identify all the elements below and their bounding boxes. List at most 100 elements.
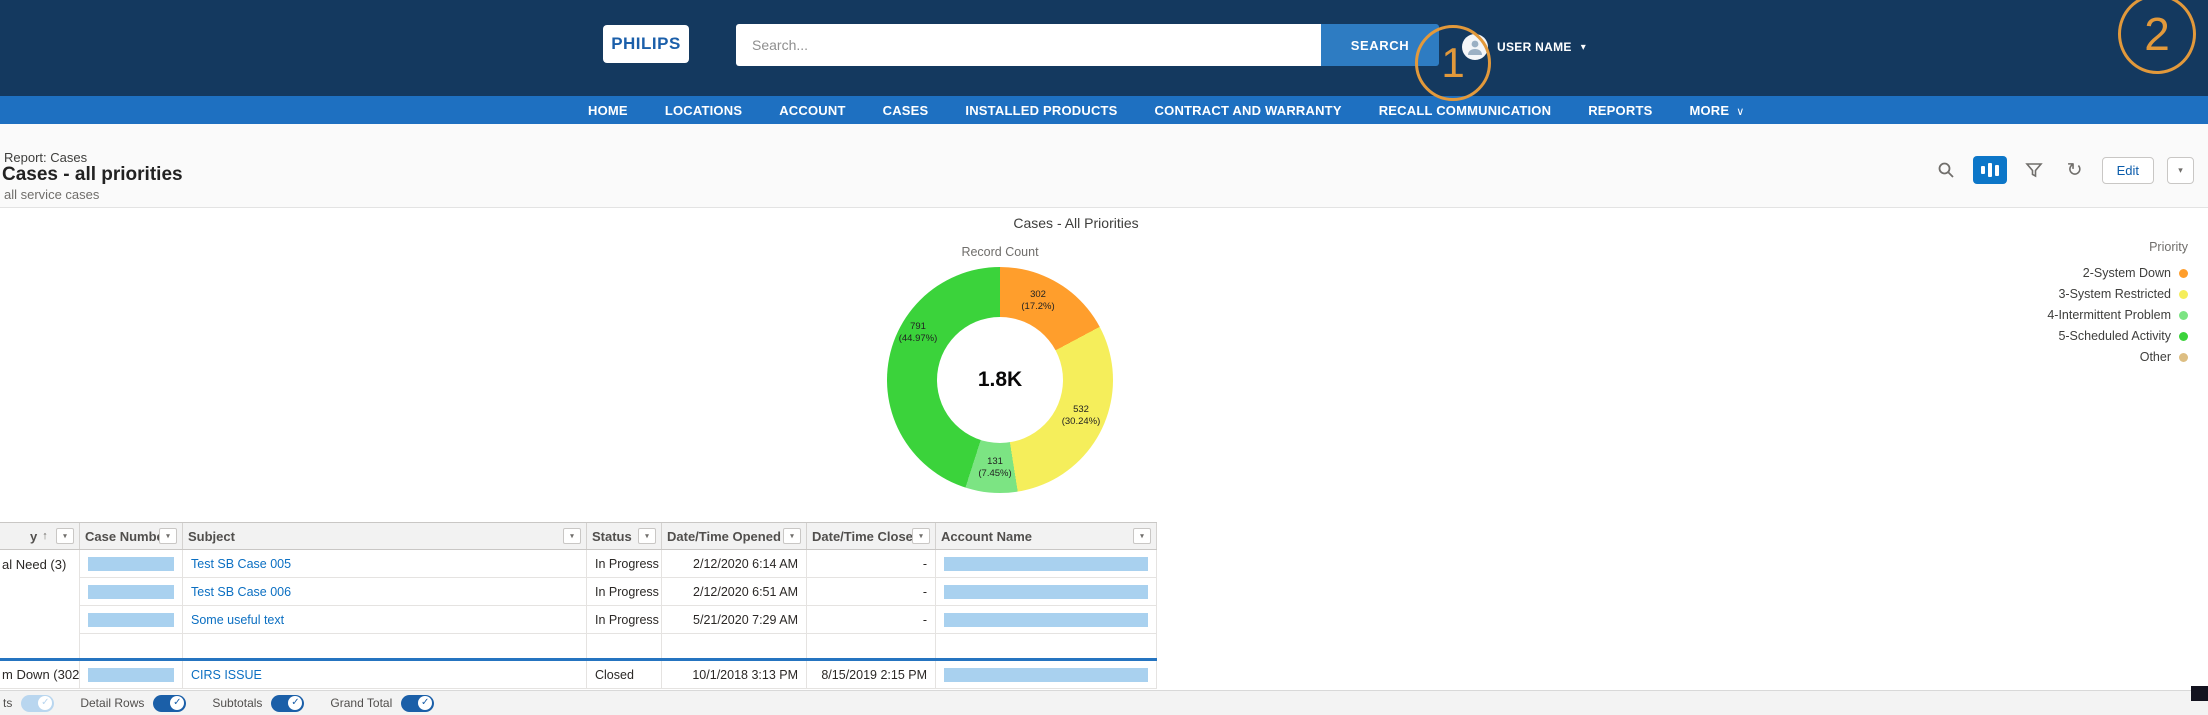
chart-measure-label: Record Count [961, 245, 1039, 259]
column-filter-button[interactable]: ▾ [638, 528, 656, 544]
status-cell: In Progress [595, 584, 659, 599]
table-row-empty [0, 634, 1157, 658]
check-icon: ✓ [173, 697, 182, 708]
check-icon: ✓ [41, 697, 50, 708]
redacted-case-number[interactable] [88, 667, 174, 682]
column-header-date-closed[interactable]: Date/Time Closed ▾ [807, 523, 936, 549]
case-subject-link[interactable]: Some useful text [191, 613, 284, 627]
edit-button[interactable]: Edit [2101, 156, 2154, 184]
chart-title: Cases - All Priorities [1013, 215, 1139, 231]
case-subject-link[interactable]: CIRS ISSUE [191, 668, 262, 682]
column-header-status[interactable]: Status ▾ [587, 523, 662, 549]
nav-reports[interactable]: REPORTS [1588, 103, 1652, 118]
chevron-down-icon: ▾ [645, 533, 649, 540]
top-header: PHILIPS SEARCH USER NAME ▾ [0, 0, 2208, 96]
column-filter-button[interactable]: ▾ [159, 528, 177, 544]
check-icon: ✓ [421, 697, 430, 708]
grand-total-toggle[interactable]: ✓ [401, 694, 435, 712]
column-header-subject[interactable]: Subject ▾ [183, 523, 587, 549]
nav-cases[interactable]: CASES [883, 103, 929, 118]
date-closed-cell: - [922, 556, 927, 571]
redacted-account-name[interactable] [944, 612, 1148, 627]
chart-bar-icon [1987, 163, 1992, 177]
table-row: Some useful text In Progress 5/21/2020 7… [0, 606, 1157, 634]
legend-dot [2179, 352, 2188, 362]
annotation-circle-1: 1 [1415, 25, 1491, 101]
column-header-account-name[interactable]: Account Name ▾ [936, 523, 1157, 549]
chevron-down-icon: ▾ [166, 533, 170, 540]
group-label: m Down (302) [2, 667, 80, 682]
chart-toggle-button[interactable] [1972, 156, 2007, 184]
legend-item[interactable]: 4-Intermittent Problem [2047, 308, 2188, 322]
legend-item[interactable]: 5-Scheduled Activity [2058, 329, 2188, 343]
filter-icon[interactable] [2020, 156, 2048, 184]
date-opened-cell: 2/12/2020 6:14 AM [693, 556, 798, 571]
legend-dot [2179, 310, 2188, 320]
row-counts-toggle[interactable]: ✓ [21, 694, 55, 712]
search-icon[interactable] [1932, 156, 1960, 184]
table-row: m Down (302) CIRS ISSUE Closed 10/1/2018… [0, 658, 1157, 689]
nav-account[interactable]: ACCOUNT [779, 103, 845, 118]
date-opened-cell: 2/12/2020 6:51 AM [693, 584, 798, 599]
scrollbar-fragment[interactable] [2191, 686, 2208, 701]
more-actions-button[interactable]: ▾ [2167, 156, 2194, 184]
slice-label-scheduled-activity: 791 (44.97%) [898, 321, 938, 344]
chevron-down-icon: ▾ [919, 533, 923, 540]
legend-item[interactable]: Other [2140, 350, 2188, 364]
check-icon: ✓ [291, 697, 300, 708]
nav-installed-products[interactable]: INSTALLED PRODUCTS [965, 103, 1117, 118]
chart-bar-icon [1980, 166, 1985, 174]
column-filter-button[interactable]: ▾ [56, 528, 74, 544]
legend-dot [2179, 268, 2188, 278]
legend-item[interactable]: 2-System Down [2083, 266, 2188, 280]
refresh-icon[interactable]: ↻ [2061, 156, 2089, 184]
redacted-case-number[interactable] [88, 556, 174, 571]
slice-label-system-down: 302 (17.2%) [1021, 289, 1055, 312]
nav-more[interactable]: MORE ∨ [1689, 103, 1744, 118]
donut-chart[interactable]: 302 (17.2%) 532 (30.24%) 131 (7.45%) 791 (44… [887, 267, 1113, 493]
detail-rows-toggle[interactable]: ✓ [153, 694, 187, 712]
nav-home[interactable]: HOME [588, 103, 628, 118]
global-search-input[interactable] [736, 24, 1321, 66]
status-cell: In Progress [595, 556, 659, 571]
chevron-down-icon: ▾ [1140, 533, 1144, 540]
redacted-case-number[interactable] [88, 612, 174, 627]
column-header-priority[interactable]: y ↑ ▾ [0, 523, 80, 549]
case-subject-link[interactable]: Test SB Case 006 [191, 585, 291, 599]
column-header-date-opened[interactable]: Date/Time Opened↑ ▾ [662, 523, 807, 549]
redacted-account-name[interactable] [944, 584, 1148, 599]
user-name: USER NAME [1497, 40, 1572, 54]
nav-recall-communication[interactable]: RECALL COMMUNICATION [1379, 103, 1552, 118]
date-opened-cell: 5/21/2020 7:29 AM [693, 612, 798, 627]
column-filter-button[interactable]: ▾ [912, 528, 930, 544]
chart-bar-icon [1994, 164, 1999, 176]
column-header-case-number[interactable]: Case Number ▾ [80, 523, 183, 549]
philips-logo-text: PHILIPS [611, 34, 681, 53]
date-opened-cell: 10/1/2018 3:13 PM [692, 667, 798, 682]
redacted-case-number[interactable] [88, 584, 174, 599]
nav-more-label: MORE [1689, 102, 1730, 118]
sort-asc-icon: ↑ [42, 530, 48, 542]
chevron-down-icon: ▾ [790, 533, 794, 540]
table-row: al Need (3) Test SB Case 005 In Progress… [0, 550, 1157, 578]
column-filter-button[interactable]: ▾ [563, 528, 581, 544]
table-row: Test SB Case 006 In Progress 2/12/2020 6… [0, 578, 1157, 606]
legend-dot [2179, 289, 2188, 299]
nav-contract-and-warranty[interactable]: CONTRACT AND WARRANTY [1155, 103, 1342, 118]
column-filter-button[interactable]: ▾ [783, 528, 801, 544]
chevron-down-icon: ∨ [1736, 105, 1745, 118]
column-filter-button[interactable]: ▾ [1133, 528, 1151, 544]
donut-total-label: 1.8K [977, 368, 1023, 391]
chevron-down-icon: ▾ [570, 533, 574, 540]
table-header-row: y↑ ▾ Case Number ▾ Subject ▾ Status ▾ Da… [0, 522, 1157, 550]
redacted-account-name[interactable] [944, 556, 1148, 571]
redacted-account-name[interactable] [944, 667, 1148, 682]
subtotals-toggle[interactable]: ✓ [271, 694, 305, 712]
date-closed-cell: - [922, 612, 927, 627]
case-subject-link[interactable]: Test SB Case 005 [191, 557, 291, 571]
legend-item[interactable]: 3-System Restricted [2058, 287, 2188, 301]
nav-locations[interactable]: LOCATIONS [665, 103, 742, 118]
philips-logo: PHILIPS [603, 25, 689, 63]
report-kicker: Report: Cases [4, 150, 88, 165]
date-closed-cell: - [922, 584, 927, 599]
